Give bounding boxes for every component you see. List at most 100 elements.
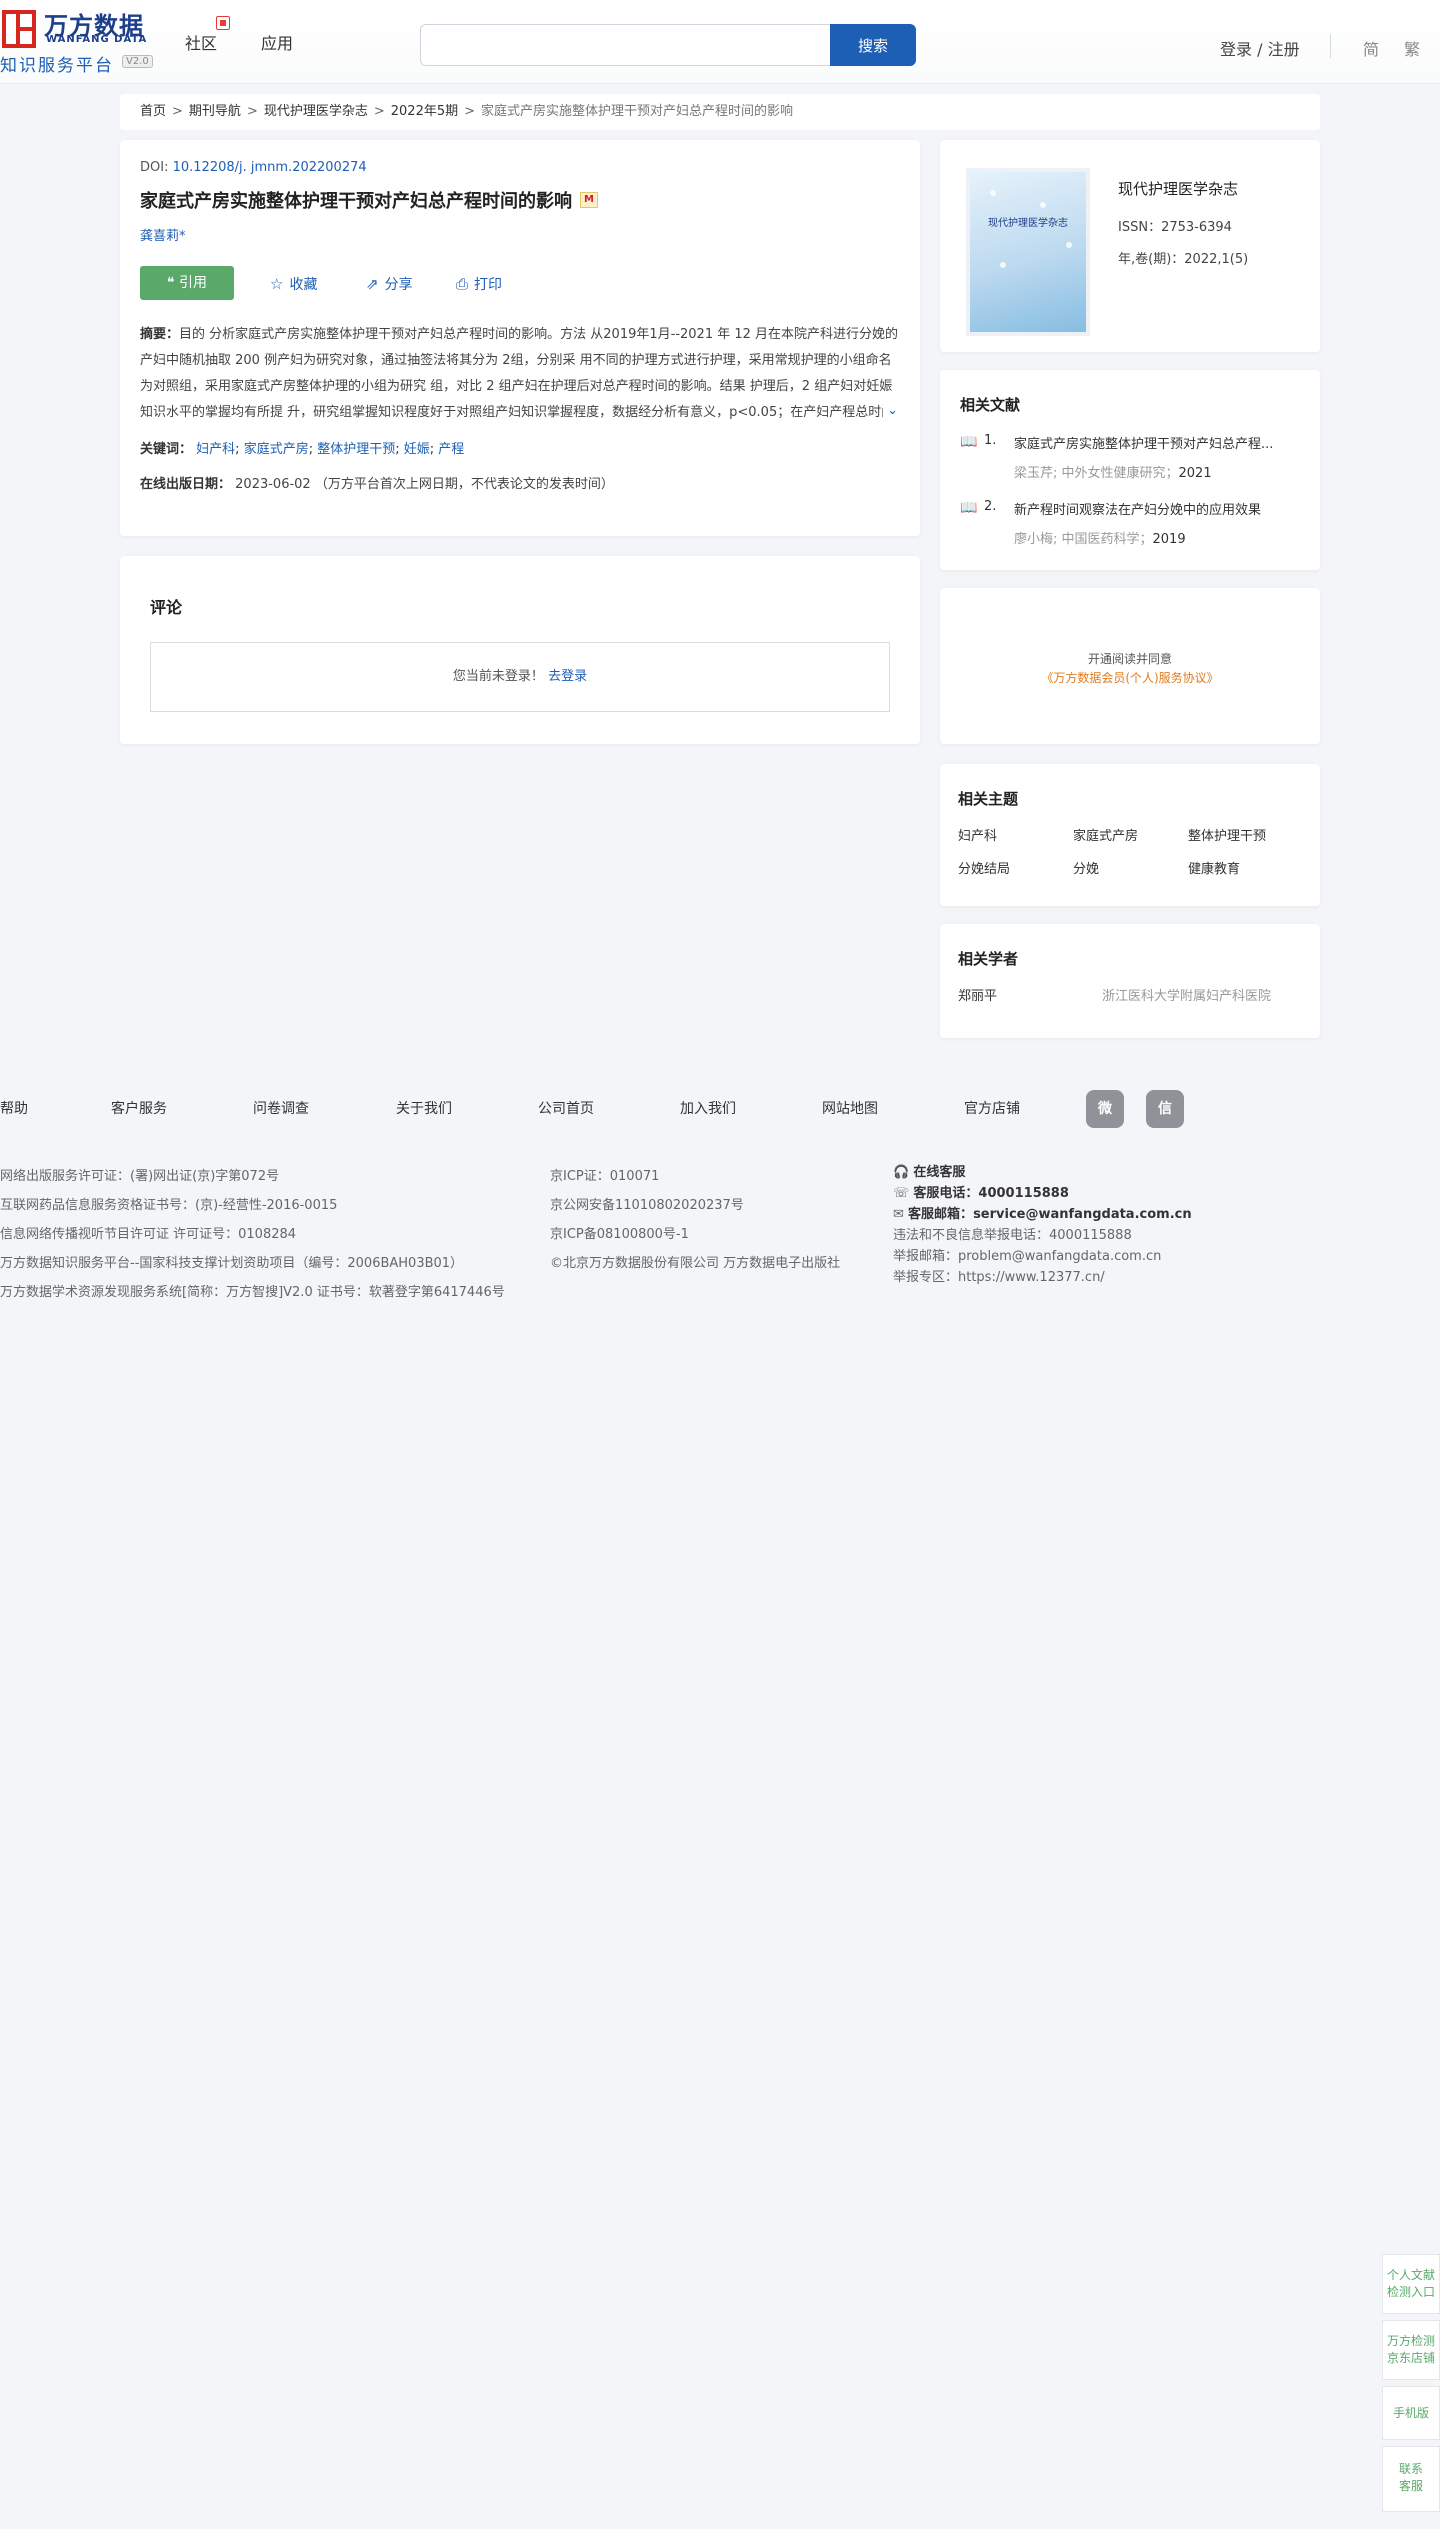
related-doc-title[interactable]: 新产程时间观察法在产妇分娩中的应用效果 [1014,499,1300,518]
favorite-label: 收藏 [289,277,318,293]
go-login-link[interactable]: 去登录 [548,669,587,684]
search-button[interactable]: 搜索 [830,24,916,66]
service-email: ✉ 客服邮箱：service@wanfangdata.com.cn [893,1204,1192,1225]
float-line: 手机版 [1392,2406,1429,2420]
topic-link[interactable]: 分娩结局 [958,858,1073,877]
float-contact[interactable]: 联系 客服 [1382,2446,1440,2512]
icp-line: ©北京万方数据股份有限公司 万方数据电子出版社 [550,1256,841,1271]
footer-link-about[interactable]: 关于我们 [396,1098,452,1118]
related-doc-authors: 梁玉芹; 中外女性健康研究； [1014,466,1179,481]
search-input[interactable] [420,24,830,66]
service-email-label: 客服邮箱： [908,1207,974,1222]
doi-link[interactable]: 10.12208/j. jmnm.202200274 [173,160,367,175]
keyword-link[interactable]: 妊娠 [404,442,430,457]
crumb-current: 家庭式产房实施整体护理干预对产妇总产程时间的影响 [481,104,794,119]
topic-link[interactable]: 分娩 [1073,858,1188,877]
scholar-row[interactable]: 郑丽平 浙江医科大学附属妇产科医院 [958,985,1302,1004]
license-line: 网络出版服务许可证：(署)网出证(京)字第072号 [0,1169,280,1184]
crumb-journal[interactable]: 现代护理医学杂志 [264,104,368,119]
topic-link[interactable]: 健康教育 [1188,858,1303,877]
weibo-icon[interactable]: 微 [1086,1090,1124,1128]
related-doc-item[interactable]: 📖 1. 家庭式产房实施整体护理干预对产妇总产程... 梁玉芹; 中外女性健康研… [960,433,1300,481]
keyword-link[interactable]: 产程 [438,442,464,457]
related-doc-year: 2019 [1152,532,1186,547]
related-doc-item[interactable]: 📖 2. 新产程时间观察法在产妇分娩中的应用效果 廖小梅; 中国医药科学；201… [960,499,1300,547]
agreement-link[interactable]: 《万方数据会员(个人)服务协议》 [940,669,1320,686]
service-phone-value: 4000115888 [978,1186,1069,1201]
pubdate-note: （万方平台首次上网日期，不代表论文的发表时间） [314,477,614,492]
wechat-icon[interactable]: 信 [1146,1090,1184,1128]
abstract-label: 摘要： [140,327,180,342]
pubdate-row: 在线出版日期： 2023-06-02 （万方平台首次上网日期，不代表论文的发表时… [140,473,900,492]
keyword-link[interactable]: 家庭式产房 [244,442,309,457]
footer-link-survey[interactable]: 问卷调查 [253,1098,309,1118]
report-area[interactable]: 举报专区：https://www.12377.cn/ [893,1267,1192,1288]
service-phone-label: 客服电话： [913,1186,979,1201]
agreement-text: 开通阅读并同意 [1087,652,1172,666]
comments-card: 评论 您当前未登录！ 去登录 [120,556,920,744]
license-line: 万方数据学术资源发现服务系统[简称：万方智搜]V2.0 证书号：软著登字第641… [0,1285,505,1300]
license-line: 互联网药品信息服务资格证书号：(京)-经营性-2016-0015 [0,1198,338,1213]
footer-link-store[interactable]: 官方店铺 [964,1098,1020,1118]
scholar-name[interactable]: 郑丽平 [958,989,997,1004]
crumb-issue[interactable]: 2022年5期 [391,104,458,119]
comments-title: 评论 [150,598,183,617]
m-badge-icon[interactable]: M [580,192,598,208]
quote-icon: ❝ [167,275,179,291]
lang-simplified[interactable]: 简 [1363,36,1379,60]
wanfang-logo[interactable]: 万方数据 WANFANG DATA 知识服务平台 V2.0 [0,6,160,76]
topic-link[interactable]: 妇产科 [958,825,1073,844]
topic-link[interactable]: 整体护理干预 [1188,825,1303,844]
abstract-text: 目的 分析家庭式产房实施整体护理干预对产妇总产程时间的影响。方法 从2019年1… [140,327,899,420]
favorite-button[interactable]: ☆ 收藏 [270,274,317,294]
footer-contact-col: 🎧 在线客服 ☏ 客服电话：4000115888 ✉ 客服邮箱：service@… [893,1162,1192,1288]
keyword-link[interactable]: 整体护理干预 [317,442,395,457]
header-divider [1330,34,1331,58]
footer-link-join[interactable]: 加入我们 [680,1098,736,1118]
related-doc-num: 2. [984,499,997,514]
float-jd-store[interactable]: 万方检测 京东店铺 [1382,2320,1440,2380]
share-button[interactable]: ⇗ 分享 [366,274,413,294]
keyword-link[interactable]: 妇产科 [196,442,235,457]
crumb-journals[interactable]: 期刊导航 [189,104,241,119]
article-card: DOI: 10.12208/j. jmnm.202200274 家庭式产房实施整… [120,140,920,536]
nav-apps[interactable]: 应用 [261,30,293,54]
journal-cover[interactable]: 现代护理医学杂志 [966,168,1090,336]
comments-login-box: 您当前未登录！ 去登录 [150,642,890,712]
crumb-sep: > [172,104,183,119]
cite-button[interactable]: ❝ 引用 [140,266,234,300]
footer-link-home[interactable]: 公司首页 [538,1098,594,1118]
login-register-link[interactable]: 登录 / 注册 [1220,36,1300,60]
icp-line: 京公网安备11010802020237号 [550,1198,744,1213]
footer-link-service[interactable]: 客户服务 [111,1098,167,1118]
footer-link-sitemap[interactable]: 网站地图 [822,1098,878,1118]
float-mobile[interactable]: 手机版 [1382,2386,1440,2440]
author-link[interactable]: 龚喜莉* [140,225,900,244]
lang-traditional[interactable]: 繁 [1404,36,1420,60]
new-badge-icon [216,16,230,30]
journal-name[interactable]: 现代护理医学杂志 [1118,178,1238,199]
crumb-home[interactable]: 首页 [140,104,166,119]
site-footer: 帮助 客户服务 问卷调查 关于我们 公司首页 加入我们 网站地图 官方店铺 微 … [0,1062,1440,1322]
keywords-row: 关键词： 妇产科; 家庭式产房; 整体护理干预; 妊娠; 产程 [140,442,465,457]
expand-chevron-icon[interactable]: ⌄ [883,398,898,424]
logo-en-text: WANFANG DATA [46,34,148,45]
crumb-sep: > [464,104,476,119]
float-line: 客服 [1398,2479,1423,2493]
footer-link-help[interactable]: 帮助 [0,1098,28,1118]
online-service[interactable]: 🎧 在线客服 [893,1162,1192,1183]
float-line: 京东店铺 [1386,2351,1435,2365]
scholar-org: 浙江医科大学附属妇产科医院 [1102,989,1272,1004]
service-phone: ☏ 客服电话：4000115888 [893,1183,1192,1204]
related-doc-title[interactable]: 家庭式产房实施整体护理干预对产妇总产程... [1014,433,1300,452]
float-plagiarism-entry[interactable]: 个人文献 检测入口 [1382,2254,1440,2314]
topic-link[interactable]: 家庭式产房 [1073,825,1188,844]
logo-mark-icon [2,10,36,48]
service-email-value[interactable]: service@wanfangdata.com.cn [973,1207,1192,1222]
topics-title: 相关主题 [958,790,1019,808]
nav-community[interactable]: 社区 [185,30,217,54]
print-button[interactable]: ⎙ 打印 [456,274,502,294]
cite-label: 引用 [178,275,207,291]
share-label: 分享 [384,277,413,293]
report-phone: 违法和不良信息举报电话：4000115888 [893,1228,1132,1243]
